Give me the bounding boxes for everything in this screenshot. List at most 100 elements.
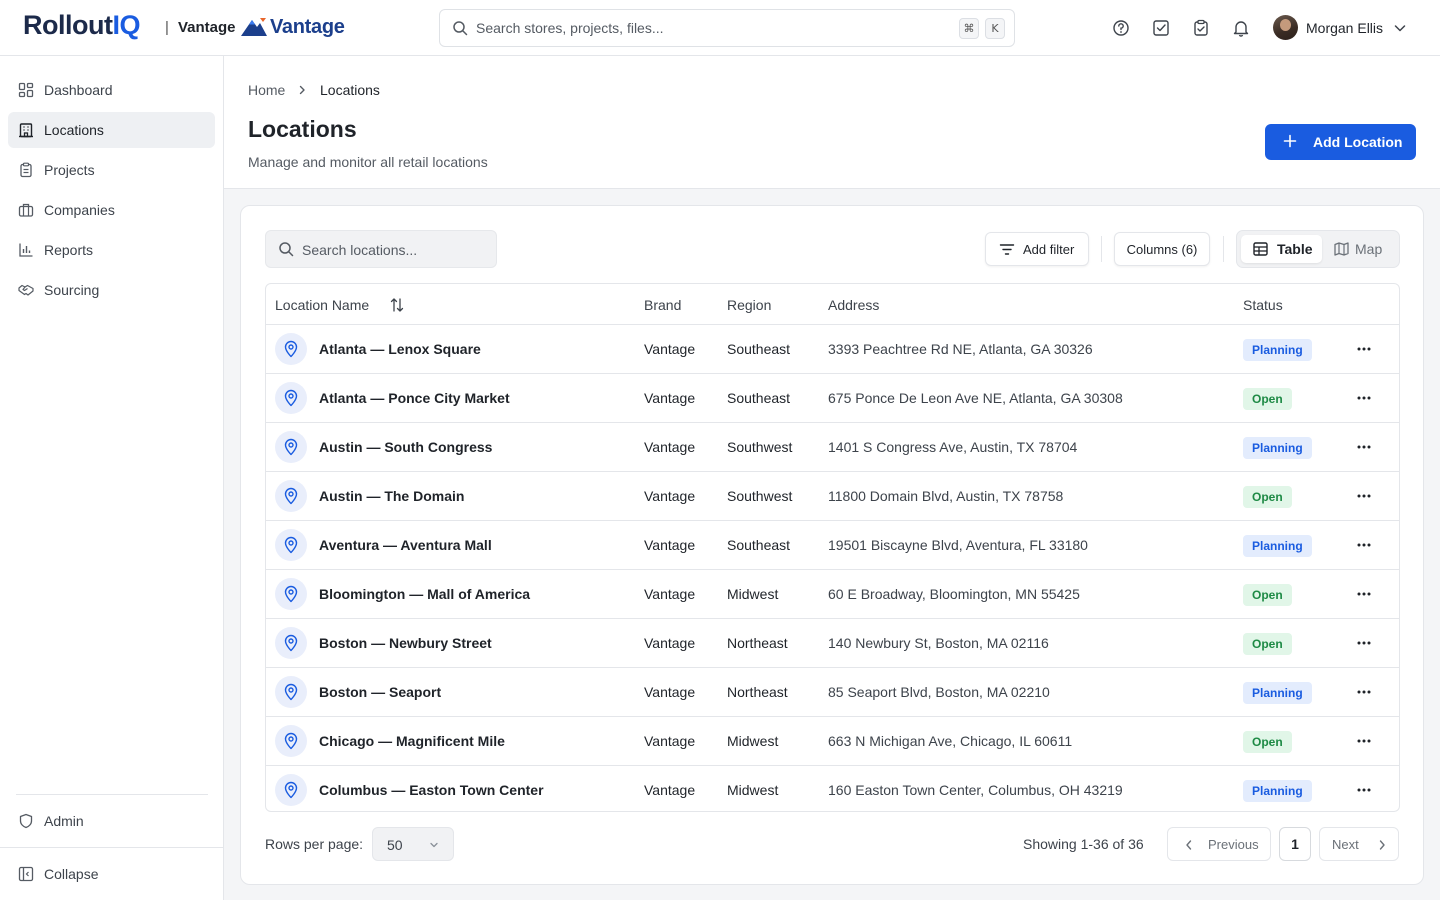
sidebar-collapse-icon	[18, 866, 34, 882]
view-table-button[interactable]: Table	[1241, 235, 1322, 263]
global-search-placeholder: Search stores, projects, files...	[476, 20, 664, 36]
task-check-icon[interactable]	[1151, 18, 1171, 38]
rows-per-page-select[interactable]: 50	[372, 827, 454, 861]
location-name[interactable]: Chicago — Magnificent Mile	[319, 733, 505, 749]
map-pin-icon	[284, 683, 298, 701]
row-actions-button[interactable]	[1355, 440, 1373, 454]
next-page-button[interactable]: Next	[1319, 827, 1399, 861]
column-header-status[interactable]: Status	[1243, 297, 1283, 313]
location-name[interactable]: Atlanta — Lenox Square	[319, 341, 481, 357]
map-pin-icon	[284, 536, 298, 554]
column-header-region[interactable]: Region	[727, 297, 771, 313]
sidebar-item-companies[interactable]: Companies	[8, 192, 215, 228]
clipboard-check-icon[interactable]	[1191, 18, 1211, 38]
chevron-right-icon	[299, 85, 305, 95]
table-row[interactable]: Boston — Newbury Street Vantage Northeast 1…	[266, 619, 1399, 668]
location-brand: Vantage	[644, 782, 696, 798]
location-brand: Vantage	[644, 733, 696, 749]
location-brand: Vantage	[644, 684, 696, 700]
location-name[interactable]: Bloomington — Mall of America	[319, 586, 530, 602]
add-filter-button[interactable]: Add filter	[985, 232, 1089, 266]
map-icon	[1334, 242, 1349, 256]
table-row[interactable]: Columbus — Easton Town Center Vantage Midw…	[266, 766, 1399, 811]
map-pin-icon	[284, 732, 298, 750]
vantage-mountain-icon	[241, 18, 267, 36]
status-badge: Open	[1243, 486, 1292, 508]
previous-label: Previous	[1208, 837, 1259, 852]
row-actions-button[interactable]	[1355, 783, 1373, 797]
location-brand: Vantage	[644, 586, 696, 602]
page-number-button[interactable]: 1	[1279, 827, 1311, 861]
user-name[interactable]: Morgan Ellis	[1306, 20, 1383, 36]
location-region: Midwest	[727, 733, 779, 749]
location-name[interactable]: Austin — South Congress	[319, 439, 492, 455]
sort-icon[interactable]	[390, 297, 404, 313]
location-address: 675 Ponce De Leon Ave NE, Atlanta, GA 30…	[828, 390, 1123, 406]
row-actions-button[interactable]	[1355, 636, 1373, 650]
location-name[interactable]: Boston — Newbury Street	[319, 635, 492, 651]
shortcut-command-key: ⌘	[959, 18, 979, 39]
row-actions-button[interactable]	[1355, 489, 1373, 503]
table-row[interactable]: Austin — South Congress Vantage Southwest 1…	[266, 423, 1399, 472]
global-search[interactable]: Search stores, projects, files... ⌘ K	[439, 9, 1015, 47]
table-row[interactable]: Atlanta — Lenox Square Vantage Southeast 33…	[266, 325, 1399, 374]
location-name[interactable]: Columbus — Easton Town Center	[319, 782, 544, 798]
briefcase-icon	[18, 203, 34, 217]
location-name[interactable]: Aventura — Aventura Mall	[319, 537, 492, 553]
map-pin-icon	[284, 634, 298, 652]
rolloutiq-logo[interactable]: RolloutIQ	[23, 10, 140, 41]
sidebar-item-label: Reports	[44, 242, 94, 258]
column-header-address[interactable]: Address	[828, 297, 879, 313]
sidebar-divider	[16, 794, 208, 795]
column-header-location-name[interactable]: Location Name	[275, 297, 369, 313]
page-subtitle: Manage and monitor all retail locations	[248, 154, 488, 170]
showing-count: Showing 1-36 of 36	[1023, 836, 1144, 852]
sidebar-item-sourcing[interactable]: Sourcing	[8, 272, 215, 308]
help-icon[interactable]	[1111, 18, 1131, 38]
table-row[interactable]: Aventura — Aventura Mall Vantage Southeast…	[266, 521, 1399, 570]
user-avatar[interactable]	[1273, 15, 1298, 40]
location-search-input[interactable]	[302, 240, 487, 260]
location-region: Southeast	[727, 537, 791, 553]
add-location-button[interactable]: Add Location	[1265, 124, 1416, 160]
previous-page-button[interactable]: Previous	[1167, 827, 1271, 861]
row-actions-button[interactable]	[1355, 685, 1373, 699]
map-pin-icon	[284, 487, 298, 505]
locations-card: Add filter Columns (6) Table Map Locatio…	[240, 205, 1424, 885]
sidebar-item-label: Projects	[44, 162, 95, 178]
location-name[interactable]: Boston — Seaport	[319, 684, 441, 700]
row-actions-button[interactable]	[1355, 342, 1373, 356]
table-row[interactable]: Austin — The Domain Vantage Southwest 11800…	[266, 472, 1399, 521]
row-actions-button[interactable]	[1355, 587, 1373, 601]
breadcrumb-home[interactable]: Home	[248, 82, 285, 98]
row-actions-button[interactable]	[1355, 538, 1373, 552]
table-row[interactable]: Chicago — Magnificent Mile Vantage Midwest…	[266, 717, 1399, 766]
bell-icon[interactable]	[1231, 18, 1251, 38]
chevron-right-icon	[1379, 840, 1385, 850]
table-row[interactable]: Boston — Seaport Vantage Northeast 85 Seapo…	[266, 668, 1399, 717]
location-address: 140 Newbury St, Boston, MA 02116	[828, 635, 1049, 651]
location-name[interactable]: Austin — The Domain	[319, 488, 464, 504]
vantage-brand-logo: Vantage	[240, 14, 345, 40]
columns-button[interactable]: Columns (6)	[1114, 232, 1210, 266]
sidebar-collapse-button[interactable]: Collapse	[8, 856, 215, 892]
row-actions-button[interactable]	[1355, 391, 1373, 405]
chevron-down-icon[interactable]	[1392, 20, 1408, 36]
sidebar-item-locations[interactable]: Locations	[8, 112, 215, 148]
view-map-button[interactable]: Map	[1325, 235, 1397, 263]
rows-per-page-value: 50	[387, 837, 403, 853]
table-row[interactable]: Bloomington — Mall of America Vantage Midw…	[266, 570, 1399, 619]
location-brand: Vantage	[644, 537, 696, 553]
sidebar-item-dashboard[interactable]: Dashboard	[8, 72, 215, 108]
sidebar-item-label: Dashboard	[44, 82, 113, 98]
row-actions-button[interactable]	[1355, 734, 1373, 748]
chevron-down-icon	[430, 842, 438, 848]
sidebar-item-reports[interactable]: Reports	[8, 232, 215, 268]
more-horizontal-icon	[1357, 543, 1371, 547]
location-name[interactable]: Atlanta — Ponce City Market	[319, 390, 510, 406]
location-brand: Vantage	[644, 439, 696, 455]
sidebar-item-admin[interactable]: Admin	[8, 803, 215, 839]
sidebar-item-projects[interactable]: Projects	[8, 152, 215, 188]
table-row[interactable]: Atlanta — Ponce City Market Vantage Southe…	[266, 374, 1399, 423]
column-header-brand[interactable]: Brand	[644, 297, 681, 313]
